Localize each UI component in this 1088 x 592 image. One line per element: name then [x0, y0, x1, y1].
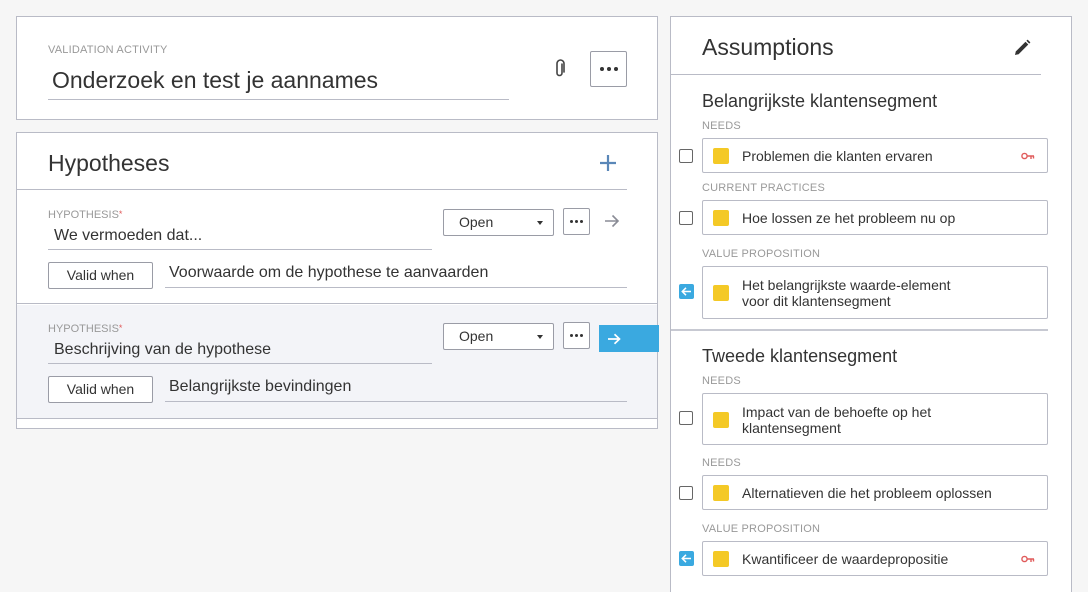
activity-title-input[interactable]: Onderzoek en test je aannames [48, 63, 509, 100]
assumption-checkbox[interactable] [679, 149, 693, 163]
valid-when-button[interactable]: Valid when [48, 262, 153, 289]
key-icon [1021, 555, 1035, 563]
valid-when-input[interactable]: Belangrijkste bevindingen [165, 375, 627, 402]
assumption-checkbox[interactable] [679, 211, 693, 225]
sticky-note-icon [713, 148, 729, 164]
arrow-left-icon [681, 554, 691, 563]
assumption-card[interactable]: Problemen die klanten ervaren [702, 138, 1048, 173]
assumption-text: Impact van de behoefte op het klantensegm… [742, 404, 932, 436]
valid-when-button[interactable]: Valid when [48, 376, 153, 403]
hypotheses-title: Hypotheses [48, 150, 170, 176]
category-label: CURRENT PRACTICES [702, 182, 825, 194]
more-dots-icon [570, 220, 573, 223]
hypothesis-text-input[interactable]: Beschrijving van de hypothese [48, 337, 432, 364]
key-icon [1021, 152, 1035, 160]
assumption-linked-checkbox[interactable] [679, 551, 694, 566]
assumptions-title: Assumptions [702, 34, 834, 60]
hypothesis-row: HYPOTHESIS* Beschrijving van de hypothes… [17, 305, 659, 419]
assumption-card[interactable]: Kwantificeer de waardepropositie [702, 541, 1048, 576]
assumption-card[interactable]: Hoe lossen ze het probleem nu op [702, 200, 1048, 235]
segment-title: Tweede klantensegment [702, 346, 898, 366]
sticky-note-icon [713, 551, 729, 567]
segment-title: Belangrijkste klantensegment [702, 91, 938, 111]
valid-when-input[interactable]: Voorwaarde om de hypothese te aanvaarden [165, 261, 627, 288]
status-select[interactable]: Open [443, 323, 554, 350]
divider [17, 189, 627, 190]
assumption-item: Problemen die klanten ervaren [671, 138, 1051, 173]
assumption-item: Kwantificeer de waardepropositie [671, 541, 1051, 576]
assumption-linked-checkbox[interactable] [679, 284, 694, 299]
assumption-text: Kwantificeer de waardepropositie [742, 551, 949, 567]
link-assumption-button[interactable] [599, 325, 659, 352]
caret-down-icon [537, 335, 543, 339]
arrow-left-icon [681, 287, 691, 296]
category-label: VALUE PROPOSITION [702, 523, 821, 535]
activity-label: VALIDATION ACTIVITY [48, 44, 168, 56]
hypothesis-more-button[interactable] [563, 322, 590, 349]
assumptions-panel: Assumptions Belangrijkste klantensegment… [670, 16, 1072, 592]
more-dots-icon [599, 67, 604, 71]
assumption-text: Het belangrijkste waarde-element voor dit… [742, 277, 951, 309]
status-select[interactable]: Open [443, 209, 554, 236]
segment-divider [671, 329, 1048, 331]
assumption-item: Hoe lossen ze het probleem nu op [671, 200, 1051, 235]
hypothesis-row: HYPOTHESIS* We vermoeden dat... Open Val… [17, 191, 657, 304]
sticky-note-icon [713, 485, 729, 501]
assumption-item: Het belangrijkste waarde-element voor dit… [671, 266, 1051, 319]
assumption-text: Alternatieven die het probleem oplossen [742, 485, 992, 501]
divider [671, 74, 1041, 75]
assumption-checkbox[interactable] [679, 486, 693, 500]
sticky-note-icon [713, 210, 729, 226]
plus-icon[interactable] [599, 154, 617, 172]
assumption-card[interactable]: Impact van de behoefte op het klantensegm… [702, 393, 1048, 445]
sticky-note-icon [713, 285, 729, 301]
category-label: NEEDS [702, 375, 741, 387]
assumption-item: Alternatieven die het probleem oplossen [671, 475, 1051, 510]
activity-more-button[interactable] [590, 51, 627, 87]
assumption-text: Problemen die klanten ervaren [742, 148, 933, 164]
assumption-text: Hoe lossen ze het probleem nu op [742, 210, 956, 226]
assumption-card[interactable]: Het belangrijkste waarde-element voor dit… [702, 266, 1048, 319]
hypothesis-label: HYPOTHESIS* [48, 323, 123, 335]
hypothesis-more-button[interactable] [563, 208, 590, 235]
arrow-right-icon[interactable] [604, 214, 620, 228]
category-label: VALUE PROPOSITION [702, 248, 821, 260]
sticky-note-icon [713, 412, 729, 428]
hypothesis-label: HYPOTHESIS* [48, 209, 123, 221]
hypotheses-panel: Hypotheses HYPOTHESIS* We vermoeden dat.… [16, 132, 659, 429]
assumption-checkbox[interactable] [679, 411, 693, 425]
pencil-icon[interactable] [1013, 39, 1031, 57]
arrow-right-icon [608, 333, 621, 344]
category-label: NEEDS [702, 120, 741, 132]
paperclip-icon[interactable] [552, 59, 568, 79]
validation-activity-panel: VALIDATION ACTIVITY Onderzoek en test je… [16, 16, 658, 120]
more-dots-icon [570, 334, 573, 337]
caret-down-icon [537, 221, 543, 225]
assumption-card[interactable]: Alternatieven die het probleem oplossen [702, 475, 1048, 510]
hypothesis-text-input[interactable]: We vermoeden dat... [48, 223, 432, 250]
assumption-item: Impact van de behoefte op het klantensegm… [671, 393, 1051, 445]
category-label: NEEDS [702, 457, 741, 469]
